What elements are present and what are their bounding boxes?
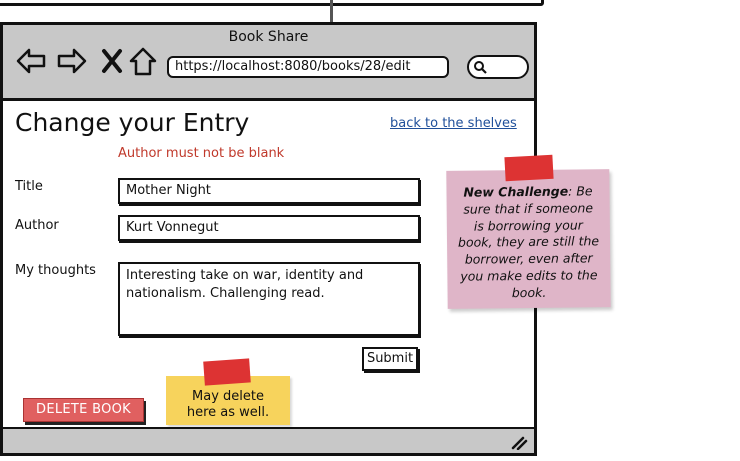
search-box[interactable] (467, 55, 529, 79)
author-label: Author (15, 218, 59, 233)
delete-note-text: May delete here as well. (166, 389, 290, 421)
resize-grip-icon[interactable] (510, 434, 528, 450)
challenge-note-text: New Challenge: Be sure that if someone i… (454, 183, 602, 302)
tape-strip (504, 154, 554, 182)
page-title: Change your Entry (15, 108, 250, 137)
search-icon (474, 61, 487, 74)
forward-arrow-icon[interactable] (56, 45, 88, 77)
back-arrow-icon[interactable] (15, 45, 47, 77)
thoughts-line: nationalism. Challenging read. (126, 286, 325, 301)
browser-toolbar: Book Share https://localhost:8080/books/… (3, 25, 534, 101)
delete-note-line: here as well. (186, 405, 270, 420)
challenge-line: sure that if someone (463, 200, 594, 217)
thoughts-textarea[interactable]: Interesting take on war, identity and na… (118, 262, 420, 336)
delete-note-line: May delete (192, 389, 264, 404)
close-icon[interactable] (97, 45, 129, 77)
author-input[interactable]: Kurt Vonnegut (118, 215, 420, 241)
back-to-shelves-link[interactable]: back to the shelves (390, 116, 517, 131)
title-input[interactable]: Mother Night (118, 178, 420, 204)
challenge-line: book. (511, 284, 547, 300)
challenge-sticky-note: New Challenge: Be sure that if someone i… (446, 169, 611, 309)
challenge-heading: New Challenge (463, 183, 569, 200)
challenge-line: : Be (568, 183, 593, 199)
window-title: Book Share (228, 29, 309, 45)
delete-book-button[interactable]: DELETE BOOK (23, 398, 144, 422)
validation-error: Author must not be blank (118, 146, 285, 161)
home-icon[interactable] (127, 45, 159, 77)
tape-strip (203, 358, 251, 386)
previous-screen-frame (0, 0, 544, 6)
thoughts-line: Interesting take on war, identity and (126, 268, 364, 283)
challenge-line: book, they are still the (457, 233, 600, 251)
thoughts-label: My thoughts (15, 263, 96, 278)
challenge-line: borrower, even after (464, 250, 593, 267)
browser-status-bar (3, 427, 534, 453)
title-label: Title (15, 179, 43, 194)
challenge-line: is borrowing your (473, 217, 583, 234)
submit-button[interactable]: Submit (362, 347, 418, 371)
address-bar[interactable]: https://localhost:8080/books/28/edit (167, 56, 449, 78)
challenge-line: you make edits to the (460, 267, 598, 284)
